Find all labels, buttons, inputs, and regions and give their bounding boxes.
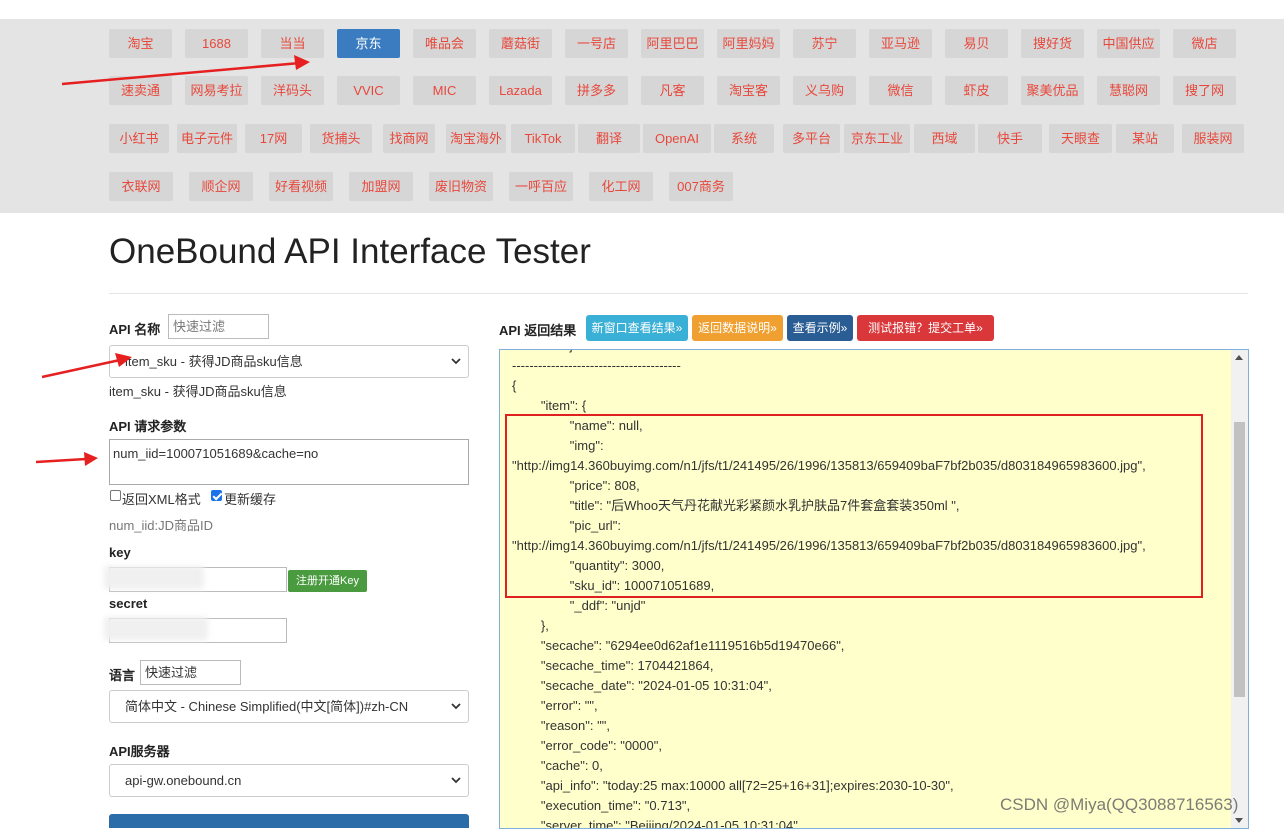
nav-item[interactable]: 慧聪网 bbox=[1097, 76, 1160, 105]
nav-item[interactable]: 007商务 bbox=[669, 172, 733, 201]
nav-item[interactable]: 拼多多 bbox=[565, 76, 628, 105]
secret-label: secret bbox=[109, 596, 148, 611]
nav-item[interactable]: 凡客 bbox=[641, 76, 704, 105]
nav-item[interactable]: 微店 bbox=[1173, 29, 1236, 58]
language-filter-input[interactable]: 快速过滤 bbox=[140, 660, 241, 685]
server-select[interactable]: api-gw.onebound.cn bbox=[109, 764, 469, 797]
nav-item[interactable]: 微信 bbox=[869, 76, 932, 105]
nav-item[interactable]: 虾皮 bbox=[945, 76, 1008, 105]
nav-item[interactable]: 电子元件 bbox=[177, 124, 237, 153]
nav-item[interactable]: 天眼查 bbox=[1049, 124, 1112, 153]
refresh-cache-label: 更新缓存 bbox=[224, 492, 277, 507]
server-label: API服务器 bbox=[109, 744, 170, 759]
nav-item[interactable]: 加盟网 bbox=[349, 172, 413, 201]
nav-item[interactable]: 搜了网 bbox=[1173, 76, 1236, 105]
refresh-cache-checkbox[interactable] bbox=[211, 490, 222, 501]
example-button[interactable]: 查看示例» bbox=[787, 315, 853, 341]
nav-item[interactable]: 化工网 bbox=[589, 172, 653, 201]
nav-item[interactable]: Lazada bbox=[489, 76, 552, 105]
api-select-value: item_sku - 获得JD商品sku信息 bbox=[125, 354, 303, 369]
annotation-arrow-icon bbox=[41, 353, 132, 379]
nav-item[interactable]: 货捕头 bbox=[310, 124, 372, 153]
api-filter-placeholder: 快速过滤 bbox=[173, 319, 226, 334]
nav-item[interactable]: 废旧物资 bbox=[429, 172, 493, 201]
highlight-box bbox=[505, 414, 1203, 598]
nav-item[interactable]: OpenAI bbox=[643, 124, 711, 153]
chevron-down-icon bbox=[451, 777, 461, 784]
scroll-down-icon[interactable] bbox=[1235, 818, 1243, 823]
nav-item[interactable]: 中国供应 bbox=[1097, 29, 1160, 58]
nav-item[interactable]: VVIC bbox=[337, 76, 400, 105]
nav-item[interactable]: 好看视频 bbox=[269, 172, 333, 201]
api-name-label: API 名称 bbox=[109, 322, 161, 337]
nav-item[interactable]: 唯品会 bbox=[413, 29, 476, 58]
nav-item[interactable]: 淘宝海外 bbox=[446, 124, 506, 153]
nav-item[interactable]: 淘宝 bbox=[109, 29, 172, 58]
nav-item[interactable]: 京东工业 bbox=[844, 124, 910, 153]
nav-item[interactable]: MIC bbox=[413, 76, 476, 105]
return-doc-button[interactable]: 返回数据说明» bbox=[692, 315, 783, 341]
key-redaction bbox=[104, 566, 204, 589]
language-label: 语言 bbox=[109, 668, 136, 683]
nav-item[interactable]: 顺企网 bbox=[189, 172, 253, 201]
result-label: API 返回结果 bbox=[499, 323, 577, 338]
nav-item[interactable]: 多平台 bbox=[783, 124, 840, 153]
nav-top-strip bbox=[0, 0, 1284, 19]
server-select-value: api-gw.onebound.cn bbox=[125, 773, 242, 788]
chevron-down-icon bbox=[451, 358, 461, 365]
nav-item[interactable]: 阿里妈妈 bbox=[717, 29, 780, 58]
nav-item[interactable]: 系统 bbox=[714, 124, 774, 153]
nav-item[interactable]: 淘宝客 bbox=[717, 76, 780, 105]
nav-item[interactable]: 阿里巴巴 bbox=[641, 29, 704, 58]
api-select[interactable]: item_sku - 获得JD商品sku信息 bbox=[109, 345, 469, 378]
secret-redaction bbox=[104, 617, 208, 640]
xml-checkbox-label: 返回XML格式 bbox=[122, 492, 201, 507]
scroll-thumb[interactable] bbox=[1234, 422, 1245, 697]
nav-item[interactable]: 一号店 bbox=[565, 29, 628, 58]
nav-item[interactable]: 一呼百应 bbox=[509, 172, 573, 201]
language-select[interactable]: 简体中文 - Chinese Simplified(中文[简体])#zh-CN bbox=[109, 690, 469, 723]
platform-nav: 淘宝 1688 当当 京东 唯品会 蘑菇街 一号店 阿里巴巴 阿里妈妈 苏宁 亚马逊 易贝 搜好货 中国供… bbox=[0, 0, 1284, 213]
xml-checkbox[interactable] bbox=[110, 490, 121, 501]
watermark: CSDN @Miya(QQ3088716563) bbox=[1000, 795, 1239, 814]
result-scrollbar[interactable] bbox=[1231, 350, 1248, 828]
params-textarea[interactable]: num_iid=100071051689&cache=no bbox=[109, 439, 469, 485]
nav-item[interactable]: 快手 bbox=[978, 124, 1042, 153]
nav-item[interactable]: 小红书 bbox=[109, 124, 169, 153]
page-title: OneBound API Interface Tester bbox=[109, 232, 591, 271]
language-select-value: 简体中文 - Chinese Simplified(中文[简体])#zh-CN bbox=[125, 699, 409, 714]
api-description: item_sku - 获得JD商品sku信息 bbox=[109, 384, 287, 399]
annotation-arrow-icon bbox=[35, 452, 98, 466]
nav-item[interactable]: 亚马逊 bbox=[869, 29, 932, 58]
nav-item[interactable]: 蘑菇街 bbox=[489, 29, 552, 58]
param-hint: num_iid:JD商品ID bbox=[109, 518, 214, 533]
nav-item[interactable]: 17网 bbox=[245, 124, 302, 153]
nav-item[interactable]: 义乌购 bbox=[793, 76, 856, 105]
nav-item[interactable]: 易贝 bbox=[945, 29, 1008, 58]
scroll-up-icon[interactable] bbox=[1235, 355, 1243, 360]
nav-item[interactable]: 1688 bbox=[185, 29, 248, 58]
nav-item[interactable]: 找商网 bbox=[383, 124, 435, 153]
nav-item[interactable]: 翻译 bbox=[578, 124, 640, 153]
language-filter-placeholder: 快速过滤 bbox=[145, 665, 198, 680]
annotation-arrow-icon bbox=[61, 55, 310, 86]
nav-item[interactable]: 西域 bbox=[914, 124, 975, 153]
nav-item[interactable]: 苏宁 bbox=[793, 29, 856, 58]
chevron-down-icon bbox=[451, 703, 461, 710]
nav-item[interactable]: 聚美优品 bbox=[1021, 76, 1084, 105]
register-key-button[interactable]: 注册开通Key bbox=[288, 570, 367, 592]
nav-item[interactable]: 某站 bbox=[1116, 124, 1174, 153]
api-filter-input[interactable]: 快速过滤 bbox=[168, 314, 269, 339]
key-label: key bbox=[109, 545, 131, 560]
nav-item[interactable]: 当当 bbox=[261, 29, 324, 58]
nav-item[interactable]: 京东 bbox=[337, 29, 400, 58]
report-issue-button[interactable]: 测试报错？提交工单» bbox=[857, 315, 994, 341]
params-label: API 请求参数 bbox=[109, 419, 187, 434]
nav-item[interactable]: 服装网 bbox=[1182, 124, 1244, 153]
nav-item[interactable]: 衣联网 bbox=[109, 172, 173, 201]
nav-item[interactable]: 搜好货 bbox=[1021, 29, 1084, 58]
new-window-button[interactable]: 新窗口查看结果» bbox=[586, 315, 688, 341]
nav-item[interactable]: TikTok bbox=[511, 124, 575, 153]
divider bbox=[109, 293, 1248, 294]
